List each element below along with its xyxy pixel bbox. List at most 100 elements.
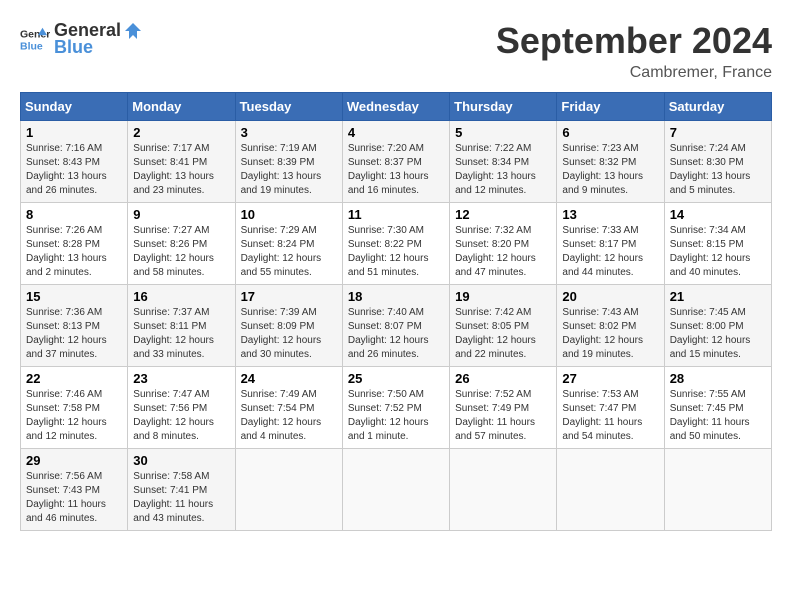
calendar-week-1: 1 Sunrise: 7:16 AM Sunset: 8:43 PM Dayli… [21,121,772,203]
table-row: 15 Sunrise: 7:36 AM Sunset: 8:13 PM Dayl… [21,285,128,367]
sunrise-label: Sunrise: 7:24 AM [670,143,746,154]
day-info: Sunrise: 7:17 AM Sunset: 8:41 PM Dayligh… [133,142,229,198]
daylight-label: Daylight: 12 hours and 19 minutes. [562,335,643,360]
sunrise-label: Sunrise: 7:42 AM [455,307,531,318]
table-row: 10 Sunrise: 7:29 AM Sunset: 8:24 PM Dayl… [235,203,342,285]
sunrise-label: Sunrise: 7:26 AM [26,225,102,236]
location: Cambremer, France [496,64,772,82]
day-number: 14 [670,207,766,222]
day-info: Sunrise: 7:55 AM Sunset: 7:45 PM Dayligh… [670,388,766,444]
calendar-week-4: 22 Sunrise: 7:46 AM Sunset: 7:58 PM Dayl… [21,367,772,449]
table-row: 22 Sunrise: 7:46 AM Sunset: 7:58 PM Dayl… [21,367,128,449]
calendar-table: Sunday Monday Tuesday Wednesday Thursday… [20,92,772,531]
daylight-label: Daylight: 12 hours and 12 minutes. [26,417,107,442]
sunrise-label: Sunrise: 7:23 AM [562,143,638,154]
daylight-label: Daylight: 12 hours and 1 minute. [348,417,429,442]
header-sunday: Sunday [21,93,128,121]
day-number: 7 [670,125,766,140]
day-info: Sunrise: 7:39 AM Sunset: 8:09 PM Dayligh… [241,306,337,362]
sunset-label: Sunset: 8:30 PM [670,157,744,168]
title-block: September 2024 Cambremer, France [496,20,772,82]
sunrise-label: Sunrise: 7:22 AM [455,143,531,154]
day-info: Sunrise: 7:34 AM Sunset: 8:15 PM Dayligh… [670,224,766,280]
table-row: 8 Sunrise: 7:26 AM Sunset: 8:28 PM Dayli… [21,203,128,285]
day-info: Sunrise: 7:37 AM Sunset: 8:11 PM Dayligh… [133,306,229,362]
sunrise-label: Sunrise: 7:17 AM [133,143,209,154]
month-title: September 2024 [496,20,772,62]
sunrise-label: Sunrise: 7:30 AM [348,225,424,236]
page-header: General Blue General Blue September 2024… [20,20,772,82]
day-info: Sunrise: 7:33 AM Sunset: 8:17 PM Dayligh… [562,224,658,280]
sunset-label: Sunset: 8:24 PM [241,239,315,250]
sunrise-label: Sunrise: 7:39 AM [241,307,317,318]
day-number: 19 [455,289,551,304]
calendar-week-5: 29 Sunrise: 7:56 AM Sunset: 7:43 PM Dayl… [21,449,772,531]
sunrise-label: Sunrise: 7:55 AM [670,389,746,400]
table-row: 12 Sunrise: 7:32 AM Sunset: 8:20 PM Dayl… [450,203,557,285]
day-info: Sunrise: 7:32 AM Sunset: 8:20 PM Dayligh… [455,224,551,280]
sunset-label: Sunset: 8:00 PM [670,321,744,332]
day-info: Sunrise: 7:56 AM Sunset: 7:43 PM Dayligh… [26,470,122,526]
sunset-label: Sunset: 8:13 PM [26,321,100,332]
table-row: 17 Sunrise: 7:39 AM Sunset: 8:09 PM Dayl… [235,285,342,367]
daylight-label: Daylight: 12 hours and 22 minutes. [455,335,536,360]
daylight-label: Daylight: 12 hours and 58 minutes. [133,253,214,278]
day-number: 17 [241,289,337,304]
day-info: Sunrise: 7:24 AM Sunset: 8:30 PM Dayligh… [670,142,766,198]
sunset-label: Sunset: 8:09 PM [241,321,315,332]
table-row: 11 Sunrise: 7:30 AM Sunset: 8:22 PM Dayl… [342,203,449,285]
day-info: Sunrise: 7:27 AM Sunset: 8:26 PM Dayligh… [133,224,229,280]
daylight-label: Daylight: 12 hours and 8 minutes. [133,417,214,442]
sunset-label: Sunset: 8:43 PM [26,157,100,168]
table-row: 9 Sunrise: 7:27 AM Sunset: 8:26 PM Dayli… [128,203,235,285]
calendar-header-row: Sunday Monday Tuesday Wednesday Thursday… [21,93,772,121]
table-row: 30 Sunrise: 7:58 AM Sunset: 7:41 PM Dayl… [128,449,235,531]
table-row [342,449,449,531]
sunset-label: Sunset: 8:17 PM [562,239,636,250]
daylight-label: Daylight: 12 hours and 26 minutes. [348,335,429,360]
table-row: 18 Sunrise: 7:40 AM Sunset: 8:07 PM Dayl… [342,285,449,367]
sunrise-label: Sunrise: 7:46 AM [26,389,102,400]
table-row: 5 Sunrise: 7:22 AM Sunset: 8:34 PM Dayli… [450,121,557,203]
sunrise-label: Sunrise: 7:29 AM [241,225,317,236]
header-thursday: Thursday [450,93,557,121]
day-info: Sunrise: 7:30 AM Sunset: 8:22 PM Dayligh… [348,224,444,280]
daylight-label: Daylight: 12 hours and 30 minutes. [241,335,322,360]
sunset-label: Sunset: 8:28 PM [26,239,100,250]
sunrise-label: Sunrise: 7:40 AM [348,307,424,318]
day-number: 6 [562,125,658,140]
table-row [664,449,771,531]
sunset-label: Sunset: 7:49 PM [455,403,529,414]
sunrise-label: Sunrise: 7:43 AM [562,307,638,318]
daylight-label: Daylight: 12 hours and 47 minutes. [455,253,536,278]
sunrise-label: Sunrise: 7:34 AM [670,225,746,236]
day-number: 22 [26,371,122,386]
sunset-label: Sunset: 8:05 PM [455,321,529,332]
sunset-label: Sunset: 8:07 PM [348,321,422,332]
sunset-label: Sunset: 7:56 PM [133,403,207,414]
daylight-label: Daylight: 12 hours and 15 minutes. [670,335,751,360]
daylight-label: Daylight: 11 hours and 43 minutes. [133,499,213,524]
daylight-label: Daylight: 13 hours and 23 minutes. [133,171,214,196]
sunrise-label: Sunrise: 7:56 AM [26,471,102,482]
table-row [557,449,664,531]
sunset-label: Sunset: 7:58 PM [26,403,100,414]
sunrise-label: Sunrise: 7:52 AM [455,389,531,400]
day-info: Sunrise: 7:20 AM Sunset: 8:37 PM Dayligh… [348,142,444,198]
sunrise-label: Sunrise: 7:16 AM [26,143,102,154]
sunrise-label: Sunrise: 7:32 AM [455,225,531,236]
daylight-label: Daylight: 12 hours and 33 minutes. [133,335,214,360]
table-row: 13 Sunrise: 7:33 AM Sunset: 8:17 PM Dayl… [557,203,664,285]
day-info: Sunrise: 7:19 AM Sunset: 8:39 PM Dayligh… [241,142,337,198]
sunrise-label: Sunrise: 7:49 AM [241,389,317,400]
daylight-label: Daylight: 11 hours and 57 minutes. [455,417,535,442]
day-info: Sunrise: 7:22 AM Sunset: 8:34 PM Dayligh… [455,142,551,198]
day-info: Sunrise: 7:58 AM Sunset: 7:41 PM Dayligh… [133,470,229,526]
sunset-label: Sunset: 8:37 PM [348,157,422,168]
sunset-label: Sunset: 8:11 PM [133,321,206,332]
table-row: 16 Sunrise: 7:37 AM Sunset: 8:11 PM Dayl… [128,285,235,367]
daylight-label: Daylight: 13 hours and 5 minutes. [670,171,751,196]
sunrise-label: Sunrise: 7:50 AM [348,389,424,400]
day-info: Sunrise: 7:47 AM Sunset: 7:56 PM Dayligh… [133,388,229,444]
day-info: Sunrise: 7:40 AM Sunset: 8:07 PM Dayligh… [348,306,444,362]
